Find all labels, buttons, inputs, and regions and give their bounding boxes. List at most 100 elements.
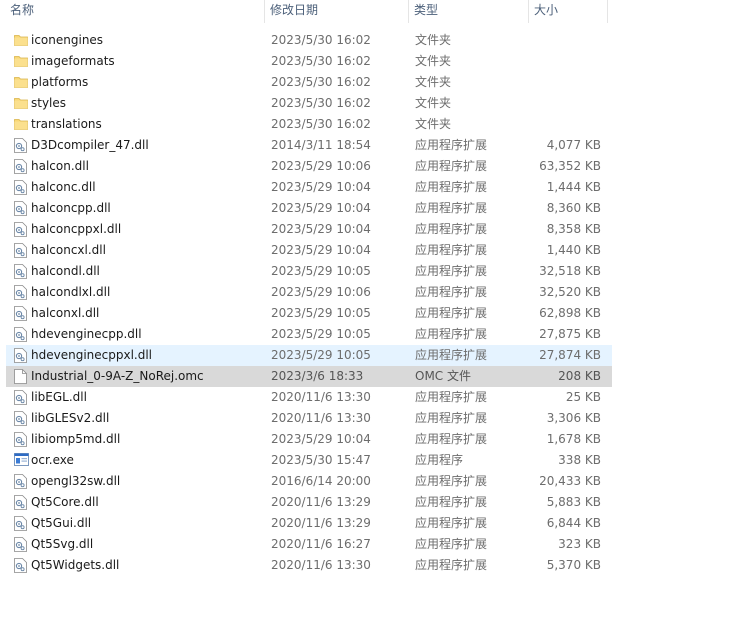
file-row[interactable]: platforms 2023/5/30 16:02 文件夹	[6, 72, 612, 93]
file-type: OMC 文件	[415, 369, 471, 383]
file-row[interactable]: translations 2023/5/30 16:02 文件夹	[6, 114, 612, 135]
file-icon	[14, 369, 27, 384]
file-modified-date: 2023/5/30 16:02	[271, 75, 371, 89]
file-size: 323 KB	[558, 537, 601, 551]
file-size: 4,077 KB	[546, 138, 601, 152]
file-size: 32,518 KB	[539, 264, 601, 278]
file-modified-date: 2023/5/30 15:47	[271, 453, 371, 467]
file-size: 8,360 KB	[546, 201, 601, 215]
file-type: 文件夹	[415, 75, 452, 89]
file-name: iconengines	[31, 33, 104, 47]
dll-icon	[14, 222, 27, 237]
file-type: 应用程序扩展	[415, 348, 488, 362]
file-size	[527, 52, 601, 71]
column-header-type[interactable]: 类型	[410, 0, 526, 23]
file-row[interactable]: hdevenginecppxl.dll 2023/5/29 10:05 应用程序扩展…	[6, 345, 612, 366]
file-row[interactable]: halconcppxl.dll 2023/5/29 10:04 应用程序扩展 8,35…	[6, 219, 612, 240]
column-divider[interactable]	[528, 0, 529, 23]
file-type: 应用程序扩展	[415, 159, 488, 173]
file-size: 27,875 KB	[539, 327, 601, 341]
file-row[interactable]: ocr.exe 2023/5/30 15:47 应用程序 338 KB	[6, 450, 612, 471]
column-divider[interactable]	[264, 0, 265, 23]
file-row[interactable]: styles 2023/5/30 16:02 文件夹	[6, 93, 612, 114]
file-type: 应用程序扩展	[415, 138, 488, 152]
file-row[interactable]: Qt5Svg.dll 2020/11/6 16:27 应用程序扩展 323 KB	[6, 534, 612, 555]
file-type: 应用程序扩展	[415, 306, 488, 320]
file-modified-date: 2023/5/29 10:05	[271, 348, 371, 362]
file-size: 338 KB	[558, 453, 601, 467]
file-type: 应用程序扩展	[415, 201, 488, 215]
file-modified-date: 2023/5/29 10:04	[271, 180, 371, 194]
file-row[interactable]: libiomp5md.dll 2023/5/29 10:04 应用程序扩展 1,678…	[6, 429, 612, 450]
file-size: 6,844 KB	[546, 516, 601, 530]
dll-icon	[14, 201, 27, 216]
file-row[interactable]: Qt5Core.dll 2020/11/6 13:29 应用程序扩展 5,883 KB	[6, 492, 612, 513]
file-name: Qt5Core.dll	[31, 495, 99, 509]
file-name: styles	[31, 96, 67, 110]
file-modified-date: 2023/5/29 10:04	[271, 243, 371, 257]
file-modified-date: 2023/5/30 16:02	[271, 117, 371, 131]
file-row[interactable]: Qt5Widgets.dll 2020/11/6 13:30 应用程序扩展 5,370…	[6, 555, 612, 576]
file-name: hdevenginecppxl.dll	[31, 348, 153, 362]
file-size	[527, 94, 601, 113]
file-row[interactable]: Qt5Gui.dll 2020/11/6 13:29 应用程序扩展 6,844 KB	[6, 513, 612, 534]
folder-icon	[14, 117, 28, 132]
file-modified-date: 2023/5/30 16:02	[271, 33, 371, 47]
file-type: 应用程序扩展	[415, 516, 488, 530]
file-name: halconc.dll	[31, 180, 96, 194]
file-size: 1,444 KB	[546, 180, 601, 194]
folder-icon	[14, 96, 28, 111]
file-size: 32,520 KB	[539, 285, 601, 299]
file-row[interactable]: hdevenginecpp.dll 2023/5/29 10:05 应用程序扩展 27…	[6, 324, 612, 345]
dll-icon	[14, 264, 27, 279]
file-size: 25 KB	[565, 390, 601, 404]
file-row[interactable]: libEGL.dll 2020/11/6 13:30 应用程序扩展 25 KB	[6, 387, 612, 408]
file-type: 应用程序扩展	[415, 558, 488, 572]
column-divider[interactable]	[408, 0, 409, 23]
file-modified-date: 2023/5/29 10:06	[271, 285, 371, 299]
dll-icon	[14, 411, 27, 426]
file-modified-date: 2023/5/29 10:05	[271, 306, 371, 320]
file-name: imageformats	[31, 54, 115, 68]
file-row[interactable]: halconcxl.dll 2023/5/29 10:04 应用程序扩展 1,440 …	[6, 240, 612, 261]
file-row[interactable]: halcon.dll 2023/5/29 10:06 应用程序扩展 63,352 KB	[6, 156, 612, 177]
column-header-date[interactable]: 修改日期	[266, 0, 406, 23]
file-row[interactable]: D3Dcompiler_47.dll 2014/3/11 18:54 应用程序扩展 4…	[6, 135, 612, 156]
exe-icon	[14, 453, 29, 468]
file-row[interactable]: libGLESv2.dll 2020/11/6 13:30 应用程序扩展 3,306 …	[6, 408, 612, 429]
dll-icon	[14, 138, 27, 153]
file-row[interactable]: halcondl.dll 2023/5/29 10:05 应用程序扩展 32,518 …	[6, 261, 612, 282]
file-row[interactable]: halconxl.dll 2023/5/29 10:05 应用程序扩展 62,898 …	[6, 303, 612, 324]
file-row[interactable]: halcondlxl.dll 2023/5/29 10:06 应用程序扩展 32,52…	[6, 282, 612, 303]
dll-icon	[14, 516, 27, 531]
file-size: 5,883 KB	[546, 495, 601, 509]
file-list: iconengines 2023/5/30 16:02 文件夹 imageformat…	[0, 30, 729, 576]
dll-icon	[14, 537, 27, 552]
file-modified-date: 2020/11/6 13:29	[271, 495, 371, 509]
column-header-name[interactable]: 名称	[6, 0, 264, 23]
file-size: 1,678 KB	[546, 432, 601, 446]
file-row[interactable]: halconcpp.dll 2023/5/29 10:04 应用程序扩展 8,360 …	[6, 198, 612, 219]
dll-icon	[14, 180, 27, 195]
file-row[interactable]: Industrial_0-9A-Z_NoRej.omc 2023/3/6 18:3…	[6, 366, 612, 387]
file-name: libGLESv2.dll	[31, 411, 110, 425]
file-size: 5,370 KB	[546, 558, 601, 572]
file-modified-date: 2020/11/6 13:30	[271, 558, 371, 572]
file-type: 应用程序扩展	[415, 264, 488, 278]
file-type: 应用程序扩展	[415, 327, 488, 341]
file-row[interactable]: opengl32sw.dll 2016/6/14 20:00 应用程序扩展 20,43…	[6, 471, 612, 492]
file-size: 3,306 KB	[546, 411, 601, 425]
file-type: 应用程序扩展	[415, 390, 488, 404]
file-name: platforms	[31, 75, 89, 89]
dll-icon	[14, 390, 27, 405]
dll-icon	[14, 474, 27, 489]
file-row[interactable]: iconengines 2023/5/30 16:02 文件夹	[6, 30, 612, 51]
file-row[interactable]: imageformats 2023/5/30 16:02 文件夹	[6, 51, 612, 72]
column-header-size[interactable]: 大小	[530, 0, 608, 23]
file-modified-date: 2016/6/14 20:00	[271, 474, 371, 488]
column-divider[interactable]	[607, 0, 608, 23]
file-size	[527, 31, 601, 50]
file-row[interactable]: halconc.dll 2023/5/29 10:04 应用程序扩展 1,444 KB	[6, 177, 612, 198]
file-modified-date: 2023/5/30 16:02	[271, 54, 371, 68]
file-type: 应用程序扩展	[415, 411, 488, 425]
